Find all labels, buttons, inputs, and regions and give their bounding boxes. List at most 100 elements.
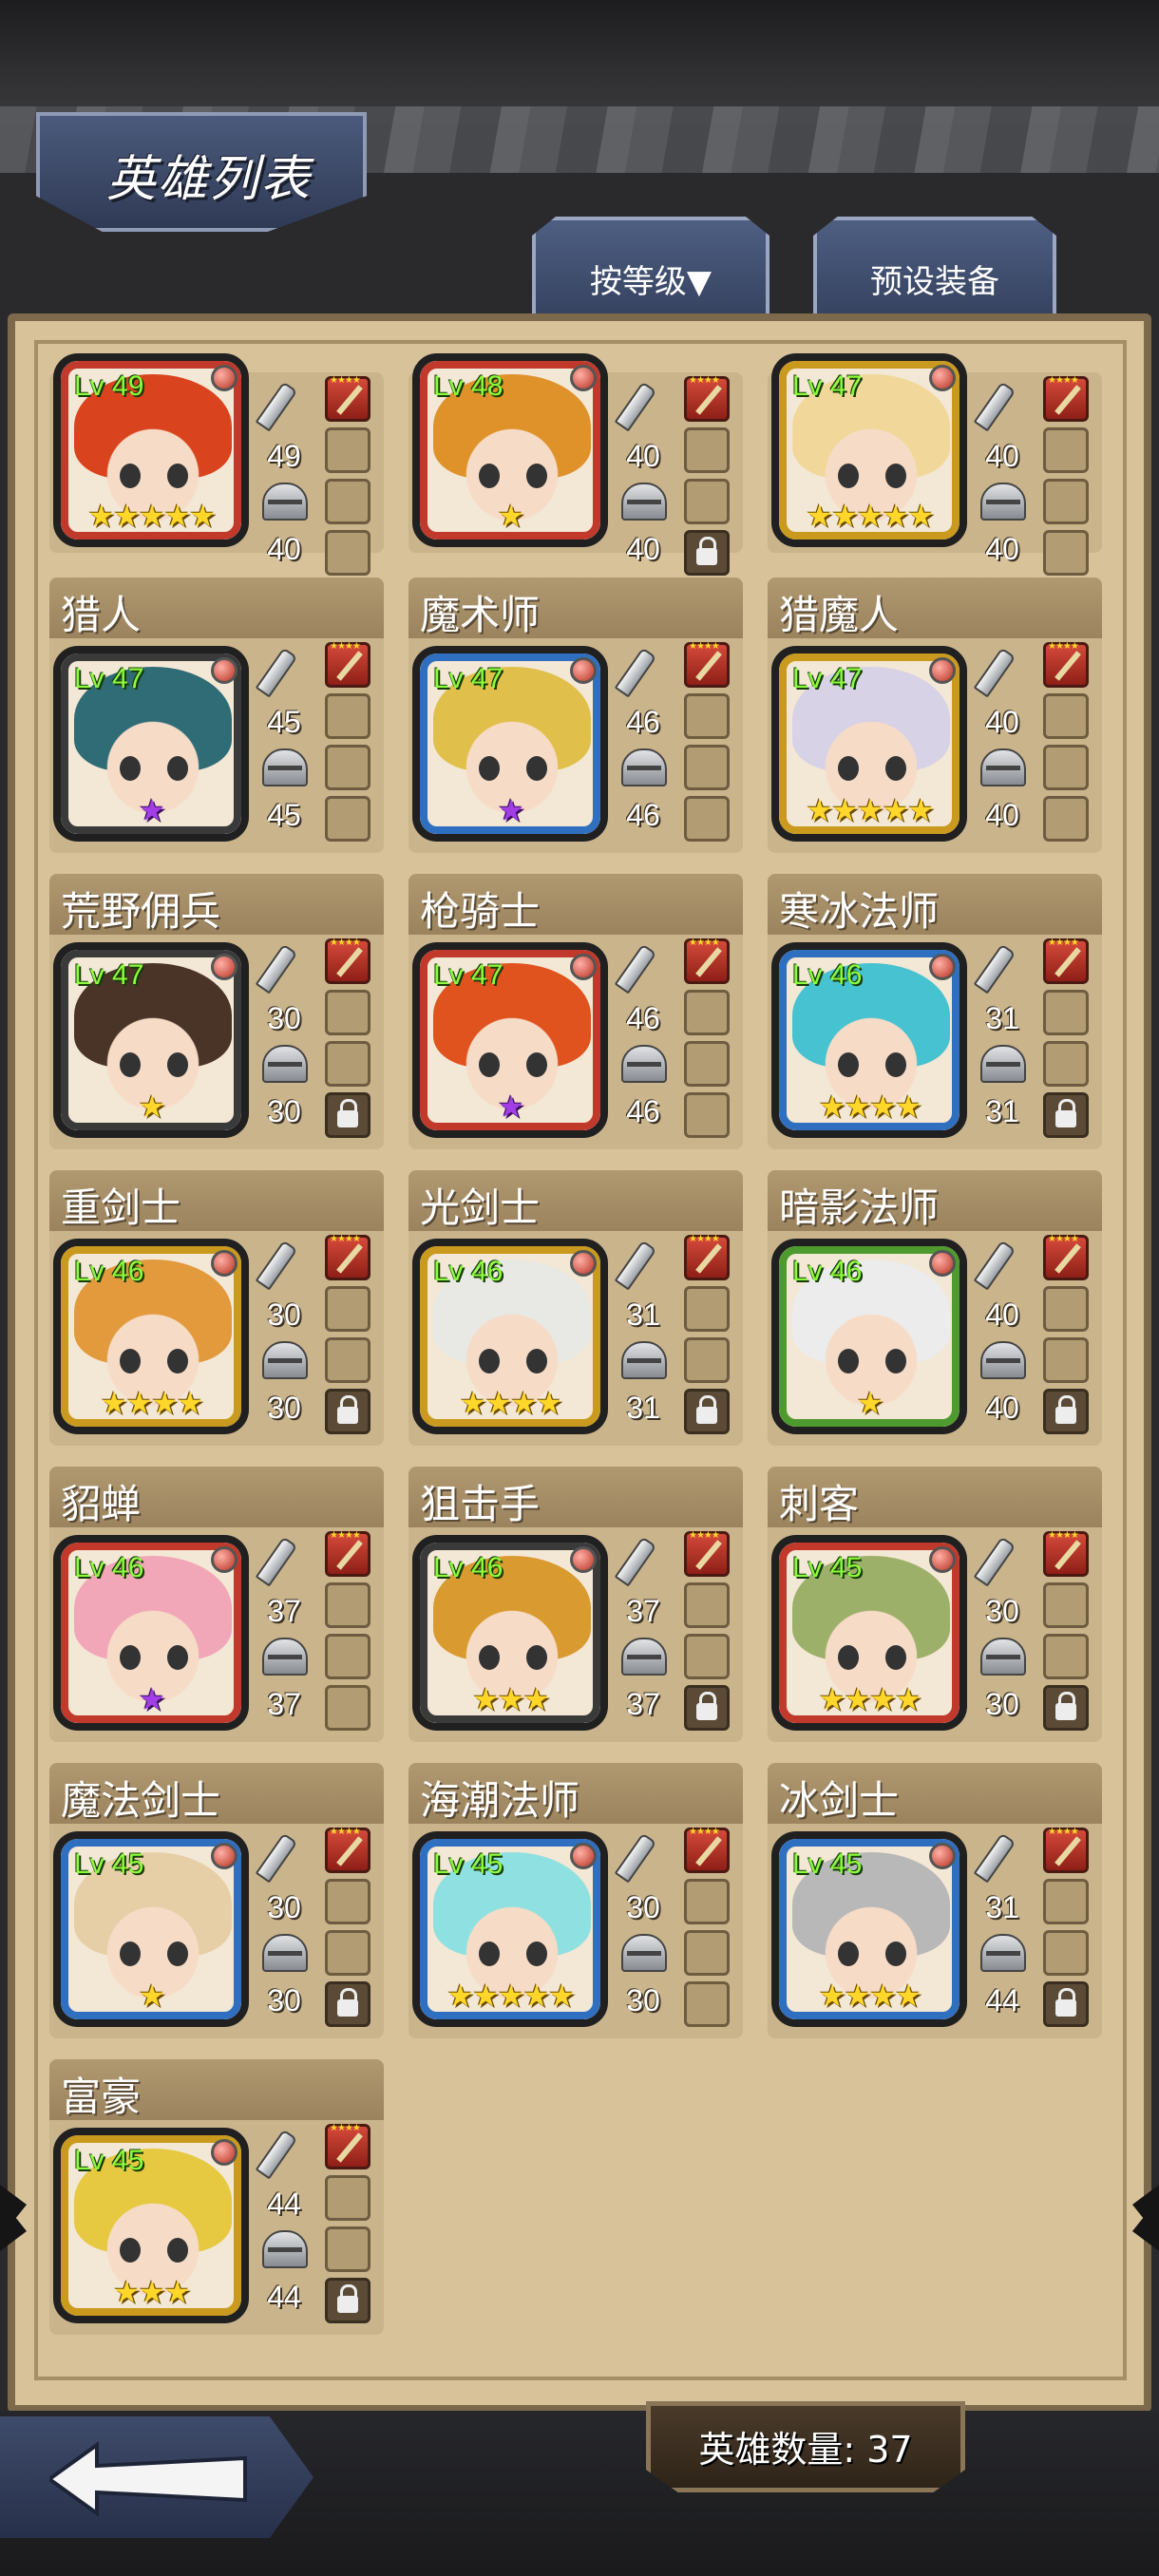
equipment-slot[interactable] xyxy=(325,2175,370,2221)
weapon-slot[interactable]: ★★★★ xyxy=(684,1234,730,1280)
weapon-slot[interactable]: ★★★★ xyxy=(1043,938,1089,984)
sort-by-level-tab[interactable]: 按等级▼ xyxy=(532,217,770,323)
lock-slot[interactable] xyxy=(325,2278,370,2323)
equipment-slot[interactable] xyxy=(684,1337,730,1383)
hero-portrait[interactable]: Lv 47 ★ xyxy=(412,646,608,842)
weapon-slot[interactable]: ★★★★ xyxy=(325,375,370,422)
weapon-slot[interactable]: ★★★★ xyxy=(325,1234,370,1280)
hero-portrait[interactable]: Lv 46 ★★★ xyxy=(412,1535,608,1731)
hero-portrait[interactable]: Lv 46 ★ xyxy=(771,1239,967,1434)
equipment-slot[interactable] xyxy=(684,1582,730,1628)
equipment-slot[interactable] xyxy=(684,745,730,790)
equipment-slot[interactable] xyxy=(325,1930,370,1976)
hero-portrait[interactable]: Lv 47 ★★★★★ xyxy=(771,353,967,547)
hero-portrait[interactable]: Lv 47 ★ xyxy=(53,942,249,1138)
hero-card[interactable]: 富豪 Lv 45 ★★★ 44 44 ★★★★ xyxy=(49,2059,384,2335)
hero-card[interactable]: 寒冰法师 Lv 46 ★★★★ 31 31 ★★★★ xyxy=(768,874,1102,1149)
equipment-slot[interactable] xyxy=(684,1930,730,1976)
lock-slot[interactable] xyxy=(1043,1389,1089,1434)
equipment-slot[interactable] xyxy=(1043,1634,1089,1679)
equipment-slot[interactable] xyxy=(684,1092,730,1138)
hero-portrait[interactable]: Lv 46 ★★★★ xyxy=(412,1239,608,1434)
lock-slot[interactable] xyxy=(684,1389,730,1434)
weapon-slot[interactable]: ★★★★ xyxy=(1043,641,1089,688)
weapon-slot[interactable]: ★★★★ xyxy=(1043,1530,1089,1577)
hero-portrait[interactable]: Lv 46 ★★★★ xyxy=(771,942,967,1138)
weapon-slot[interactable]: ★★★★ xyxy=(325,2123,370,2169)
equipment-slot[interactable] xyxy=(684,990,730,1035)
equipment-slot[interactable] xyxy=(1043,479,1089,524)
equipment-slot[interactable] xyxy=(1043,745,1089,790)
weapon-slot[interactable]: ★★★★ xyxy=(684,375,730,422)
weapon-slot[interactable]: ★★★★ xyxy=(1043,375,1089,422)
lock-slot[interactable] xyxy=(325,1092,370,1138)
hero-card[interactable]: 冰剑士 Lv 45 ★★★★ 31 44 ★★★★ xyxy=(768,1763,1102,2038)
lock-slot[interactable] xyxy=(684,530,730,576)
equipment-slot[interactable] xyxy=(1043,1582,1089,1628)
equipment-slot[interactable] xyxy=(1043,990,1089,1035)
equipment-slot[interactable] xyxy=(325,427,370,473)
lock-slot[interactable] xyxy=(1043,1685,1089,1731)
equipment-slot[interactable] xyxy=(684,1981,730,2027)
equipment-slot[interactable] xyxy=(1043,1286,1089,1332)
weapon-slot[interactable]: ★★★★ xyxy=(684,1530,730,1577)
weapon-slot[interactable]: ★★★★ xyxy=(684,1827,730,1873)
hero-card[interactable]: 海潮法师 Lv 45 ★★★★★ 30 30 ★★★★ xyxy=(408,1763,743,2038)
hero-portrait[interactable]: Lv 46 ★ xyxy=(53,1535,249,1731)
equipment-slot[interactable] xyxy=(325,530,370,576)
equipment-slot[interactable] xyxy=(684,1634,730,1679)
hero-portrait[interactable]: Lv 47 ★★★★★ xyxy=(771,646,967,842)
hero-portrait[interactable]: Lv 49 ★★★★★ xyxy=(53,353,249,547)
hero-portrait[interactable]: Lv 45 ★★★★ xyxy=(771,1535,967,1731)
equipment-slot[interactable] xyxy=(325,745,370,790)
lock-slot[interactable] xyxy=(1043,1092,1089,1138)
equipment-slot[interactable] xyxy=(684,1041,730,1087)
equipment-slot[interactable] xyxy=(684,1286,730,1332)
equipment-slot[interactable] xyxy=(325,693,370,739)
equipment-slot[interactable] xyxy=(1043,1041,1089,1087)
weapon-slot[interactable]: ★★★★ xyxy=(684,641,730,688)
hero-card[interactable]: 光剑士 Lv 46 ★★★★ 31 31 ★★★★ xyxy=(408,1170,743,1446)
lock-slot[interactable] xyxy=(325,1389,370,1434)
hero-card[interactable]: 猎人 Lv 47 ★ 45 45 ★★★★ xyxy=(49,578,384,853)
equipment-slot[interactable] xyxy=(684,693,730,739)
hero-portrait[interactable]: Lv 45 ★★★★★ xyxy=(412,1831,608,2027)
hero-portrait[interactable]: Lv 47 ★ xyxy=(53,646,249,842)
hero-portrait[interactable]: Lv 46 ★★★★ xyxy=(53,1239,249,1434)
hero-card[interactable]: 猎魔人 Lv 47 ★★★★★ 40 40 ★★★★ xyxy=(768,578,1102,853)
equipment-slot[interactable] xyxy=(1043,427,1089,473)
equipment-slot[interactable] xyxy=(325,1685,370,1731)
hero-card[interactable]: 狙击手 Lv 46 ★★★ 37 37 ★★★★ xyxy=(408,1467,743,1742)
weapon-slot[interactable]: ★★★★ xyxy=(1043,1234,1089,1280)
equipment-slot[interactable] xyxy=(325,990,370,1035)
hero-card[interactable]: 荒野佣兵 Lv 47 ★ 30 30 ★★★★ xyxy=(49,874,384,1149)
equipment-slot[interactable] xyxy=(325,1582,370,1628)
hero-portrait[interactable]: Lv 45 ★★★ xyxy=(53,2128,249,2323)
equipment-slot[interactable] xyxy=(1043,1930,1089,1976)
hero-card[interactable]: Lv 48 ★ 40 40 ★★★★ xyxy=(408,353,743,576)
equipment-slot[interactable] xyxy=(1043,796,1089,842)
equipment-slot[interactable] xyxy=(684,479,730,524)
hero-card[interactable]: 魔法剑士 Lv 45 ★ 30 30 ★★★★ xyxy=(49,1763,384,2038)
hero-card[interactable]: 貂蝉 Lv 46 ★ 37 37 ★★★★ xyxy=(49,1467,384,1742)
equipment-slot[interactable] xyxy=(684,796,730,842)
hero-card[interactable]: Lv 47 ★★★★★ 40 40 ★★★★ xyxy=(768,353,1102,576)
equipment-slot[interactable] xyxy=(325,1879,370,1924)
equipment-slot[interactable] xyxy=(1043,693,1089,739)
weapon-slot[interactable]: ★★★★ xyxy=(325,938,370,984)
hero-card[interactable]: 刺客 Lv 45 ★★★★ 30 30 ★★★★ xyxy=(768,1467,1102,1742)
weapon-slot[interactable]: ★★★★ xyxy=(325,1827,370,1873)
equipment-slot[interactable] xyxy=(1043,530,1089,576)
equipment-slot[interactable] xyxy=(1043,1879,1089,1924)
lock-slot[interactable] xyxy=(325,1981,370,2027)
back-arrow-icon[interactable] xyxy=(49,2441,249,2517)
hero-portrait[interactable]: Lv 47 ★ xyxy=(412,942,608,1138)
hero-card[interactable]: 魔术师 Lv 47 ★ 46 46 ★★★★ xyxy=(408,578,743,853)
equipment-slot[interactable] xyxy=(325,1041,370,1087)
equipment-slot[interactable] xyxy=(325,2226,370,2272)
lock-slot[interactable] xyxy=(1043,1981,1089,2027)
hero-card[interactable]: Lv 49 ★★★★★ 49 40 ★★★★ xyxy=(49,353,384,576)
equipment-slot[interactable] xyxy=(325,1634,370,1679)
hero-card[interactable]: 重剑士 Lv 46 ★★★★ 30 30 ★★★★ xyxy=(49,1170,384,1446)
hero-card[interactable]: 暗影法师 Lv 46 ★ 40 40 ★★★★ xyxy=(768,1170,1102,1446)
